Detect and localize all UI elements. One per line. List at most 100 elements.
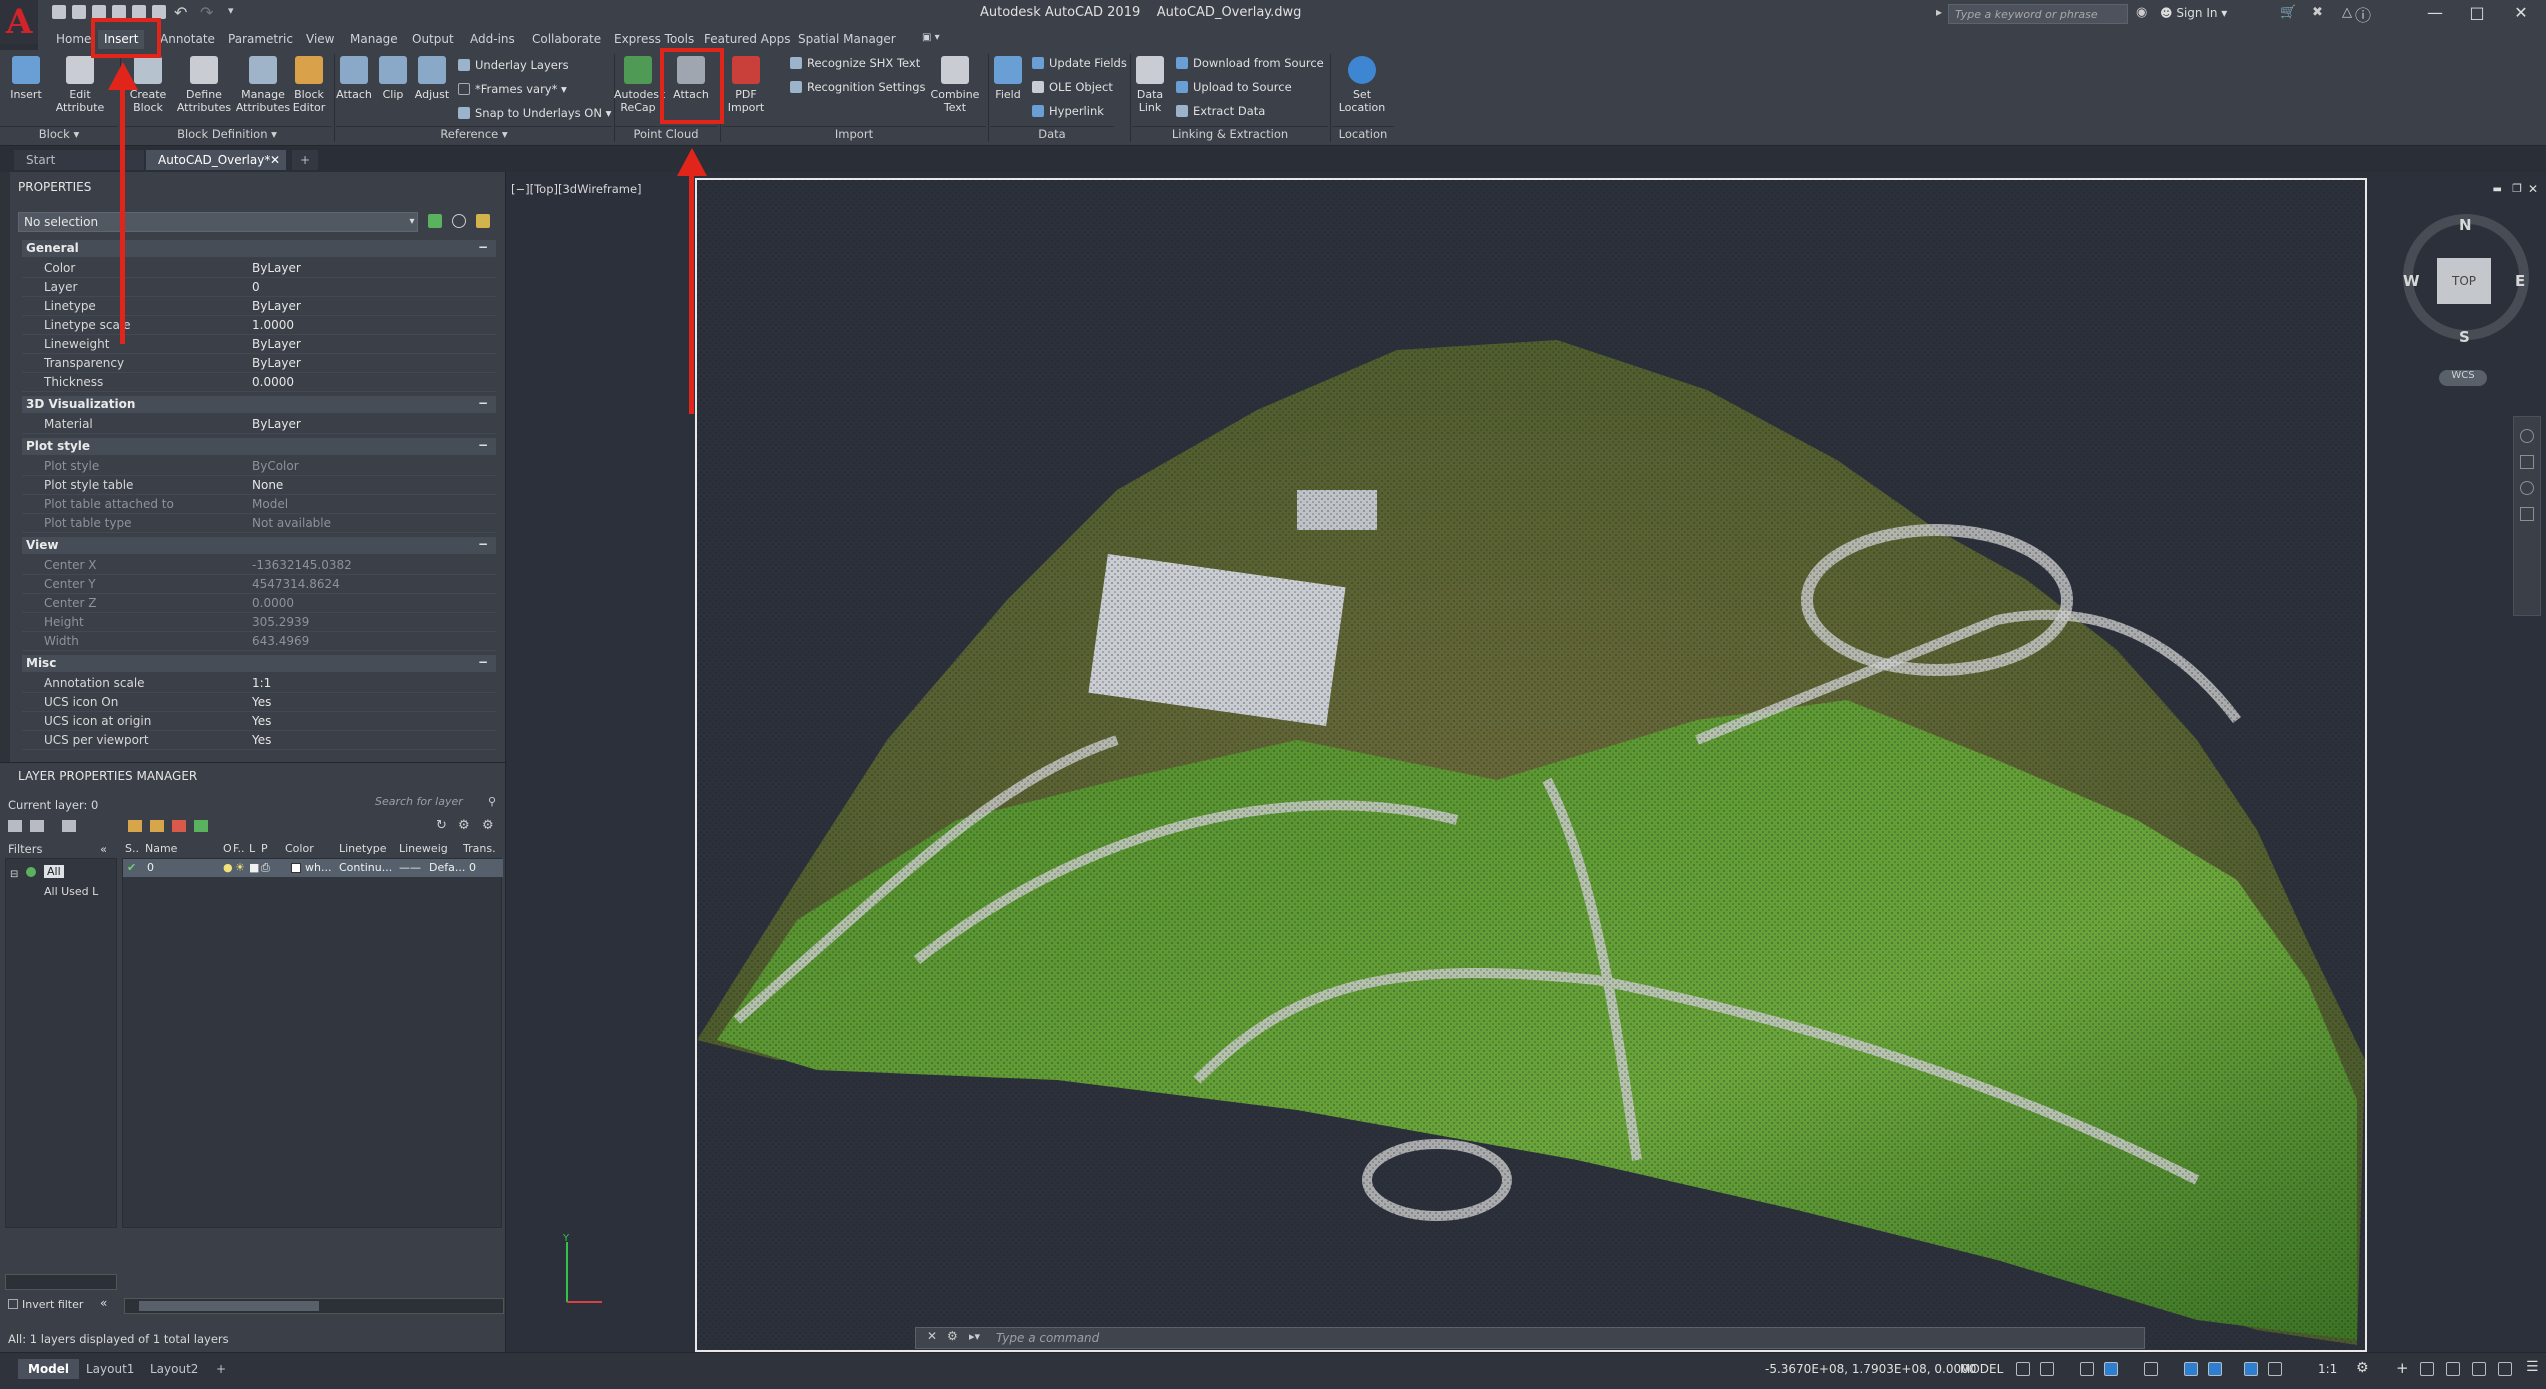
property-row[interactable]: Thickness 0.0000 [22, 373, 496, 392]
help-icon[interactable]: ⓘ [2355, 2, 2371, 26]
property-row[interactable]: Material ByLayer [22, 415, 496, 434]
property-value[interactable]: ByLayer [252, 356, 301, 370]
layer-column-header[interactable]: P [261, 842, 268, 855]
layer-linetype[interactable]: Continu... [339, 861, 392, 874]
quick-select-icon[interactable] [476, 214, 490, 228]
new-layer-vp-frozen-icon[interactable] [150, 820, 164, 832]
polar-tracking-icon[interactable] [2104, 1362, 2118, 1376]
viewport-close-icon[interactable]: ✕ [2528, 182, 2538, 196]
block-panel-title[interactable]: Block ▾ [0, 126, 118, 144]
snap-underlays-dropdown[interactable]: Snap to Underlays ON ▾ [458, 106, 611, 120]
ortho-icon[interactable] [2080, 1362, 2094, 1376]
set-current-icon[interactable] [194, 820, 208, 832]
exchange-icon[interactable]: ✖ [2312, 5, 2323, 20]
layer-column-header[interactable]: S.. [125, 842, 139, 855]
tab-layout2[interactable]: Layout2 [140, 1359, 208, 1379]
ribbon-minimize-toggle[interactable]: ▣ ▾ [916, 30, 946, 49]
property-value[interactable]: ByLayer [252, 261, 301, 275]
combine-text-button[interactable]: Combine Text [928, 56, 982, 114]
zoom-icon[interactable] [2520, 481, 2534, 495]
application-menu-button[interactable]: A [0, 0, 38, 44]
qat-customize-icon[interactable]: ▾ [228, 4, 234, 17]
tab-drawing[interactable]: AutoCAD_Overlay* ✕ [146, 150, 286, 170]
data-link-button[interactable]: Data Link [1132, 56, 1168, 114]
autodesk-recap-button[interactable]: Autodesk ReCap [614, 56, 665, 114]
tab-model[interactable]: Model [18, 1359, 80, 1379]
redo-icon[interactable]: ↷ [200, 3, 213, 22]
tab-express-tools[interactable]: Express Tools [608, 30, 700, 49]
autodesk-a360-icon[interactable]: △ [2342, 5, 2352, 20]
property-row[interactable]: UCS icon On Yes [22, 693, 496, 712]
isolate-objects-icon[interactable] [2498, 1362, 2512, 1376]
property-row[interactable]: Plot style ByColor [22, 457, 496, 476]
insert-block-button[interactable]: Insert [6, 56, 46, 101]
collapse-section-icon[interactable]: − [478, 655, 488, 669]
layer-plot-icon[interactable]: ⎙ [261, 861, 270, 875]
sign-in-button[interactable]: ☻ Sign In ▾ [2160, 6, 2227, 20]
collapse-filters-icon[interactable]: « [100, 842, 107, 856]
pdf-import-button[interactable]: PDF Import [724, 56, 768, 114]
import-panel-title[interactable]: Import [722, 126, 986, 144]
filters-scrollbar[interactable] [5, 1274, 117, 1290]
property-value[interactable]: Model [252, 497, 288, 511]
upload-to-source-button[interactable]: Upload to Source [1176, 80, 1292, 94]
layer-states-icon[interactable] [62, 820, 76, 832]
layer-column-header[interactable]: Lineweig [399, 842, 448, 855]
viewport-controls[interactable]: [−][Top][3dWireframe] [511, 182, 642, 196]
compass-west[interactable]: W [2403, 272, 2420, 290]
command-customize-icon[interactable]: ⚙ [947, 1329, 958, 1343]
define-attributes-button[interactable]: Define Attributes [176, 56, 232, 114]
isometric-icon[interactable] [2144, 1362, 2158, 1376]
adjust-button[interactable]: Adjust [412, 56, 452, 101]
property-row[interactable]: Center X -13632145.0382 [22, 556, 496, 575]
field-button[interactable]: Field [990, 56, 1026, 101]
property-row[interactable]: Plot table type Not available [22, 514, 496, 533]
command-close-icon[interactable]: ✕ [927, 1329, 937, 1343]
collapse-section-icon[interactable]: − [478, 438, 488, 452]
save-icon[interactable] [92, 5, 106, 19]
customization-menu-icon[interactable]: ☰ [2526, 1359, 2539, 1375]
property-row[interactable]: Lineweight ByLayer [22, 335, 496, 354]
collapse-section-icon[interactable]: − [478, 537, 488, 551]
property-value[interactable]: 643.4969 [252, 634, 309, 648]
tab-manage[interactable]: Manage [344, 30, 404, 49]
set-location-button[interactable]: Set Location [1334, 56, 1390, 114]
property-value[interactable]: ByColor [252, 459, 299, 473]
layer-column-header[interactable]: F.. [233, 842, 245, 855]
property-value[interactable]: Yes [252, 733, 271, 747]
settings-icon[interactable]: ⚙ [482, 818, 494, 833]
scrollbar-thumb[interactable] [139, 1301, 319, 1311]
collapse-icon[interactable]: « [100, 1296, 107, 1310]
model-space-toggle[interactable]: MODEL [1960, 1362, 2003, 1376]
layer-column-header[interactable]: Linetype [339, 842, 387, 855]
property-value[interactable]: ByLayer [252, 299, 301, 313]
layer-on-icon[interactable]: ● [223, 861, 233, 874]
select-objects-icon[interactable] [452, 214, 466, 228]
tab-parametric[interactable]: Parametric [222, 30, 299, 49]
new-property-filter-icon[interactable] [8, 820, 22, 832]
ole-object-button[interactable]: OLE Object [1032, 80, 1113, 94]
auto-scale-icon[interactable] [2268, 1362, 2282, 1376]
property-row[interactable]: Width 643.4969 [22, 632, 496, 651]
tab-add-ins[interactable]: Add-ins [464, 30, 521, 49]
tab-collaborate[interactable]: Collaborate [526, 30, 607, 49]
compass-south[interactable]: S [2459, 328, 2470, 346]
refresh-icon[interactable]: ↻ [436, 818, 447, 833]
tab-annotate[interactable]: Annotate [154, 30, 221, 49]
compass-east[interactable]: E [2515, 272, 2525, 290]
property-section-header[interactable]: General − [22, 240, 496, 257]
close-button[interactable]: ✕ [2504, 2, 2538, 24]
property-value[interactable]: Yes [252, 714, 271, 728]
search-arrow-icon[interactable]: ▸ [1936, 5, 1942, 19]
collapse-section-icon[interactable]: − [478, 240, 488, 254]
command-input[interactable]: Type a command [996, 1331, 1099, 1345]
property-value[interactable]: Yes [252, 695, 271, 709]
steering-wheel-icon[interactable] [2520, 429, 2534, 443]
new-tab-button[interactable]: + [292, 150, 318, 170]
delete-layer-icon[interactable] [172, 820, 186, 832]
minimize-button[interactable]: — [2418, 2, 2452, 24]
property-row[interactable]: UCS icon at origin Yes [22, 712, 496, 731]
property-value[interactable]: 1.0000 [252, 318, 294, 332]
collapse-section-icon[interactable]: − [478, 396, 488, 410]
property-row[interactable]: Plot style table None [22, 476, 496, 495]
